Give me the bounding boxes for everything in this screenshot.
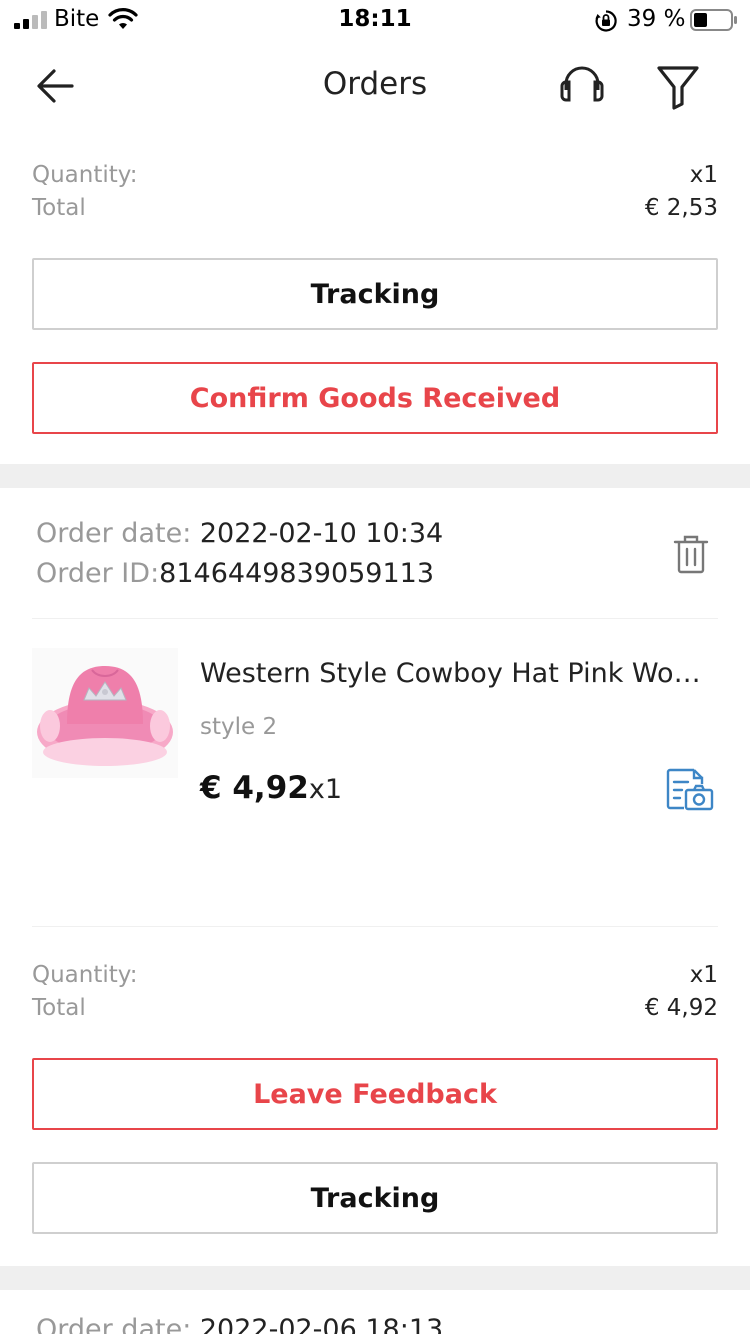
total-label: Total [32,995,86,1021]
status-bar: Bite 18:11 39 % [0,0,750,44]
tracking-button[interactable]: Tracking [32,258,718,330]
product-quantity: x1 [308,774,343,805]
battery-icon [690,9,737,31]
order-id-label: Order ID: [36,558,160,589]
product-price-value: € 4,92 [200,770,309,806]
order-id: Order ID:8146449839059113 [36,558,434,589]
order-date: Order date: 2022-02-10 10:34 [36,518,443,549]
quantity-label: Quantity: [32,962,138,988]
product-variant: style 2 [200,714,278,740]
order-date-value: 2022-02-10 10:34 [199,518,444,549]
confirm-goods-received-button[interactable]: Confirm Goods Received [32,362,718,434]
snapshot-icon[interactable] [664,766,714,812]
battery-percent: 39 % [627,6,686,32]
order-date-label: Order date: [36,518,200,549]
total-label: Total [32,195,86,221]
leave-feedback-button[interactable]: Leave Feedback [32,1058,718,1130]
nav-bar: Orders [0,44,750,128]
trash-icon[interactable] [672,534,710,574]
divider [32,926,718,927]
section-divider [0,464,750,488]
total-value: € 2,53 [644,195,718,221]
section-divider [0,1266,750,1290]
page-title: Orders [322,66,428,102]
quantity-value: x1 [689,162,718,188]
filter-icon[interactable] [652,60,704,112]
total-value: € 4,92 [644,995,718,1021]
tracking-button[interactable]: Tracking [32,1162,718,1234]
quantity-label: Quantity: [32,162,138,188]
divider [32,618,718,619]
order-date: Order date: 2022-02-06 18:13 [36,1314,443,1334]
order-date-label: Order date: [36,1314,200,1334]
product-price: € 4,92x1 [200,770,342,806]
order-date-value: 2022-02-06 18:13 [199,1314,444,1334]
headset-icon[interactable] [556,62,608,110]
orientation-lock-icon [595,10,617,32]
product-image[interactable] [32,648,178,778]
product-title[interactable]: Western Style Cowboy Hat Pink Women's Co… [200,658,710,689]
quantity-value: x1 [689,962,718,988]
order-id-value[interactable]: 8146449839059113 [159,558,434,589]
